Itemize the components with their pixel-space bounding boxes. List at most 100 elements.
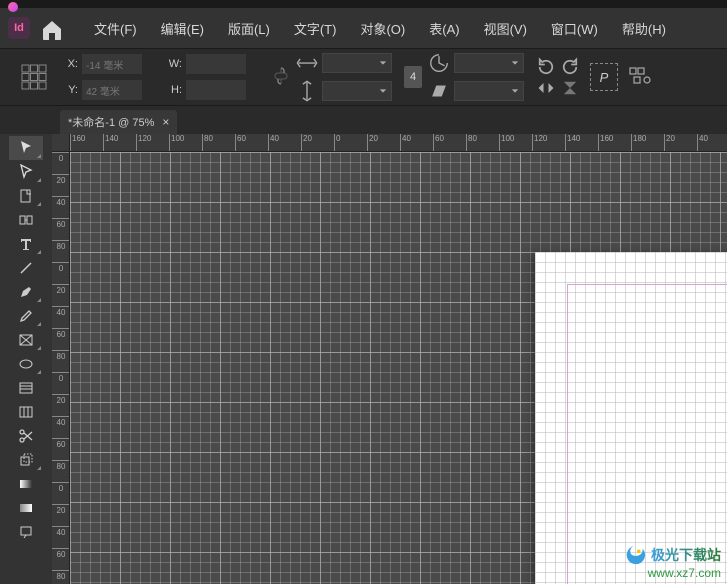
horizontal-ruler[interactable]: 1601401201008060402002040608010012014016… [70,134,727,152]
ruler-tick: 40 [268,134,279,152]
ruler-tick: 80 [466,134,477,152]
tab-close-icon[interactable]: × [162,115,169,129]
flip-horizontal-icon[interactable] [536,79,556,97]
ruler-tick: 40 [52,526,70,537]
rotate-angle-icon [428,52,450,74]
menu-bar: Id 文件(F) 编辑(E) 版面(L) 文字(T) 对象(O) 表(A) 视图… [0,8,727,48]
menu-file[interactable]: 文件(F) [82,19,149,38]
note-tool[interactable] [9,520,43,544]
constrain-link-icon[interactable] [274,66,288,89]
ruler-origin[interactable] [52,134,70,152]
document-tab-bar: *未命名-1 @ 75% × [0,106,727,134]
selection-tool[interactable] [9,136,43,160]
watermark: 极光下载站 www.xz7.com [625,544,721,580]
ruler-tick: 80 [52,240,70,251]
workspace: 1601401201008060402002040608010012014016… [0,134,727,584]
watermark-url: www.xz7.com [625,566,721,580]
scale-x-icon [296,52,318,74]
w-label: W: [162,58,182,70]
control-bar: X: Y: W: H: 4 [0,48,727,106]
rotate-angle-dropdown[interactable] [454,53,524,73]
type-tool[interactable] [9,232,43,256]
ruler-tick: 80 [52,460,70,471]
ruler-tick: 100 [169,134,184,152]
pencil-tool[interactable] [9,304,43,328]
position-group: X: Y: [58,54,142,100]
ruler-tick: 40 [52,196,70,207]
ruler-tick: 0 [52,152,70,163]
home-icon[interactable] [40,18,64,38]
gradient-swatch-tool[interactable] [9,472,43,496]
ruler-tick: 20 [52,174,70,185]
ruler-tick: 60 [52,328,70,339]
ruler-tick: 60 [433,134,444,152]
menu-edit[interactable]: 编辑(E) [149,19,216,38]
gradient-feather-tool[interactable] [9,496,43,520]
x-label: X: [58,58,78,70]
menu-view[interactable]: 视图(V) [472,19,539,38]
ruler-tick: 60 [235,134,246,152]
canvas-area[interactable]: 1601401201008060402002040608010012014016… [52,134,727,584]
y-input[interactable] [82,80,142,100]
rectangle-frame-tool[interactable] [9,328,43,352]
document-tab[interactable]: *未命名-1 @ 75% × [60,110,177,134]
free-transform-tool[interactable] [9,448,43,472]
ruler-tick: 20 [52,284,70,295]
w-input[interactable] [186,54,246,74]
scissors-tool[interactable] [9,424,43,448]
menu-layout[interactable]: 版面(L) [216,19,282,38]
app-icon[interactable]: Id [8,17,30,39]
gap-tool[interactable] [9,208,43,232]
scale-group [296,52,392,102]
ruler-tick: 60 [52,218,70,229]
ruler-tick: 40 [52,306,70,317]
menu-table[interactable]: 表(A) [417,19,471,38]
flip-vertical-icon[interactable] [560,79,580,97]
ellipse-tool[interactable] [9,352,43,376]
h-input[interactable] [186,80,246,100]
ruler-tick: 140 [103,134,118,152]
ruler-tick: 0 [52,372,70,383]
pasteboard[interactable]: 输入文字 [70,152,727,584]
menu-object[interactable]: 对象(O) [348,19,417,38]
menu-type[interactable]: 文字(T) [282,19,349,38]
page-tool[interactable] [9,184,43,208]
percent-badge[interactable]: 4 [404,66,422,88]
vertical-grid-tool[interactable] [9,400,43,424]
window-close-icon[interactable] [8,2,18,12]
y-label: Y: [58,84,78,96]
menu-window[interactable]: 窗口(W) [539,19,610,38]
menu-help[interactable]: 帮助(H) [610,19,678,38]
x-input[interactable] [82,54,142,74]
ruler-tick: 40 [400,134,411,152]
ruler-tick: 20 [52,394,70,405]
ruler-tick: 0 [52,262,70,273]
transform-buttons [536,58,580,97]
page[interactable]: 输入文字 [535,252,727,584]
rotate-ccw-icon[interactable] [536,58,556,76]
align-distribute-icon[interactable] [628,65,652,89]
rotate-cw-icon[interactable] [560,58,580,76]
vertical-ruler[interactable]: 0204060800204060800204060800204060800 [52,152,70,584]
page-margin-guides [567,284,727,584]
pen-tool[interactable] [9,280,43,304]
ruler-tick: 80 [52,350,70,361]
horizontal-grid-tool[interactable] [9,376,43,400]
size-group: W: H: [162,54,246,100]
scale-y-dropdown[interactable] [322,81,392,101]
scale-x-dropdown[interactable] [322,53,392,73]
window-titlebar [0,0,727,8]
direct-selection-tool[interactable] [9,160,43,184]
reference-point-icon[interactable] [20,63,48,91]
line-tool[interactable] [9,256,43,280]
ruler-tick: 120 [532,134,547,152]
ruler-tick: 0 [52,482,70,493]
shear-dropdown[interactable] [454,81,524,101]
container-p-icon[interactable]: P [590,63,618,91]
ruler-tick: 20 [52,504,70,515]
ruler-tick: 180 [631,134,646,152]
document-tab-title: *未命名-1 @ 75% [68,114,154,130]
rotate-shear-group [428,52,524,102]
ruler-tick: 40 [52,416,70,427]
ruler-tick: 80 [202,134,213,152]
